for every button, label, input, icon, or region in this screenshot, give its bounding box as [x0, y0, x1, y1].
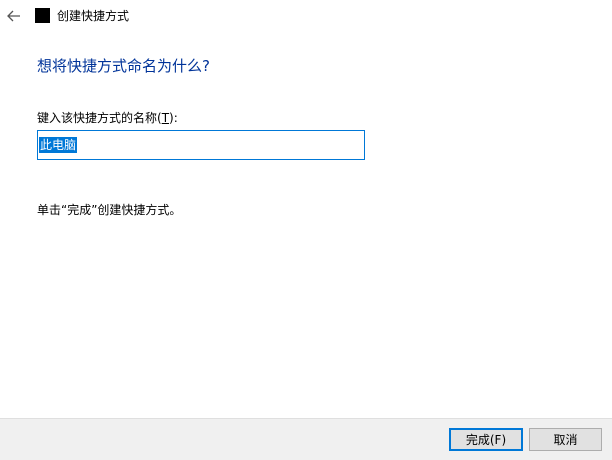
app-icon [35, 8, 50, 23]
back-arrow-icon [7, 10, 20, 22]
title-bar: 创建快捷方式 [0, 0, 612, 32]
back-button[interactable] [4, 6, 24, 26]
footer-bar: 完成(F) 取消 [0, 418, 612, 460]
label-access-key: T [161, 111, 170, 125]
shortcut-name-value: 此电脑 [39, 137, 78, 153]
shortcut-name-label: 键入该快捷方式的名称(T): [37, 110, 178, 126]
window-title: 创建快捷方式 [57, 9, 130, 23]
page-heading: 想将快捷方式命名为什么? [37, 57, 210, 75]
cancel-button[interactable]: 取消 [529, 428, 602, 451]
shortcut-name-input[interactable]: 此电脑 [37, 130, 365, 160]
hint-text: 单击“完成”创建快捷方式。 [37, 203, 182, 217]
label-suffix: ): [169, 111, 178, 125]
label-prefix: 键入该快捷方式的名称( [37, 111, 162, 125]
finish-button[interactable]: 完成(F) [449, 428, 523, 451]
